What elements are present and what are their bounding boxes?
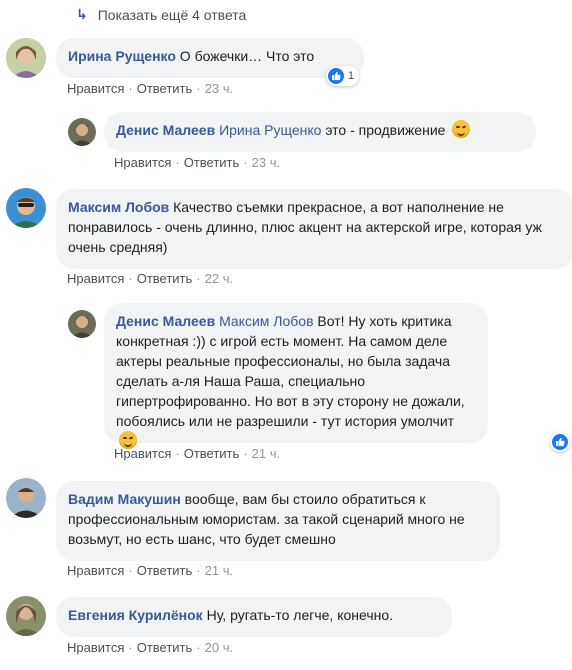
comment-text: это - продвижение (325, 122, 446, 138)
comment-actions: Нравится · Ответить · 21 ч. (114, 446, 281, 461)
avatar[interactable] (6, 188, 46, 228)
like-button[interactable]: Нравится (114, 446, 171, 461)
reaction-count-value: 1 (348, 70, 355, 82)
comment-author[interactable]: Денис Малеев (116, 313, 215, 329)
comment-author[interactable]: Ирина Рущенко (68, 48, 176, 64)
avatar[interactable] (68, 310, 96, 338)
smiling-face-icon (452, 120, 471, 138)
comment-time[interactable]: 22 ч. (205, 271, 233, 286)
comment-bubble: Денис Малеев Ирина Рущенко это - продвиж… (104, 112, 536, 152)
like-button[interactable]: Нравится (67, 271, 124, 286)
comment-bubble: Максим Лобов Качество съемки прекрасное,… (56, 189, 572, 269)
reply-arrow-icon: ↳ (76, 6, 88, 22)
comment-actions: Нравится · Ответить · 23 ч. (114, 155, 281, 170)
show-more-replies-link[interactable]: ↳ Показать ещё 4 ответа (76, 6, 246, 23)
reply-button[interactable]: Ответить (137, 271, 193, 286)
show-more-label: Показать ещё 4 ответа (97, 6, 247, 23)
avatar[interactable] (6, 478, 46, 518)
comment-author[interactable]: Евгения Курилёнок (68, 607, 203, 623)
like-button[interactable]: Нравится (67, 81, 124, 96)
comment-actions: Нравится · Ответить · 20 ч. (67, 640, 234, 655)
like-button[interactable]: Нравится (67, 563, 124, 578)
comment-text: Вот! Ну хоть критика конкретная :)) с иг… (116, 313, 465, 429)
comment-time[interactable]: 21 ч. (205, 563, 233, 578)
comment-actions: Нравится · Ответить · 23 ч. (67, 81, 234, 96)
reply-button[interactable]: Ответить (137, 81, 193, 96)
comment-time[interactable]: 20 ч. (205, 640, 233, 655)
reply-button[interactable]: Ответить (137, 640, 193, 655)
comment-time[interactable]: 23 ч. (252, 155, 280, 170)
mention-link[interactable]: Максим Лобов (219, 313, 313, 329)
comment-author[interactable]: Вадим Макушин (68, 491, 181, 507)
like-button[interactable]: Нравится (114, 155, 171, 170)
thumbs-up-icon (328, 68, 344, 84)
comment-text: О божечки… Что это (179, 48, 315, 64)
reply-button[interactable]: Ответить (184, 155, 240, 170)
avatar[interactable] (6, 596, 46, 636)
comment-author[interactable]: Максим Лобов (68, 199, 169, 215)
reaction-count[interactable]: 1 (326, 66, 360, 86)
reaction-badge[interactable] (550, 432, 570, 452)
avatar[interactable] (6, 38, 46, 78)
comment-time[interactable]: 21 ч. (252, 446, 280, 461)
reply-button[interactable]: Ответить (184, 446, 240, 461)
comment-bubble: Ирина Рущенко О божечки… Что это (56, 38, 364, 78)
comment-bubble: Денис Малеев Максим Лобов Вот! Ну хоть к… (104, 303, 488, 449)
comment-actions: Нравится · Ответить · 21 ч. (67, 563, 234, 578)
comment-text: Ну, ругать-то легче, конечно. (206, 607, 394, 623)
mention-link[interactable]: Ирина Рущенко (219, 122, 321, 138)
comment-bubble: Евгения Курилёнок Ну, ругать-то легче, к… (56, 597, 452, 637)
reply-button[interactable]: Ответить (137, 563, 193, 578)
thumbs-up-icon (552, 434, 568, 450)
comment-time[interactable]: 23 ч. (205, 81, 233, 96)
avatar[interactable] (68, 118, 96, 146)
comment-author[interactable]: Денис Малеев (116, 122, 215, 138)
comment-actions: Нравится · Ответить · 22 ч. (67, 271, 234, 286)
comment-bubble: Вадим Макушин вообще, вам бы стоило обра… (56, 481, 500, 561)
like-button[interactable]: Нравится (67, 640, 124, 655)
